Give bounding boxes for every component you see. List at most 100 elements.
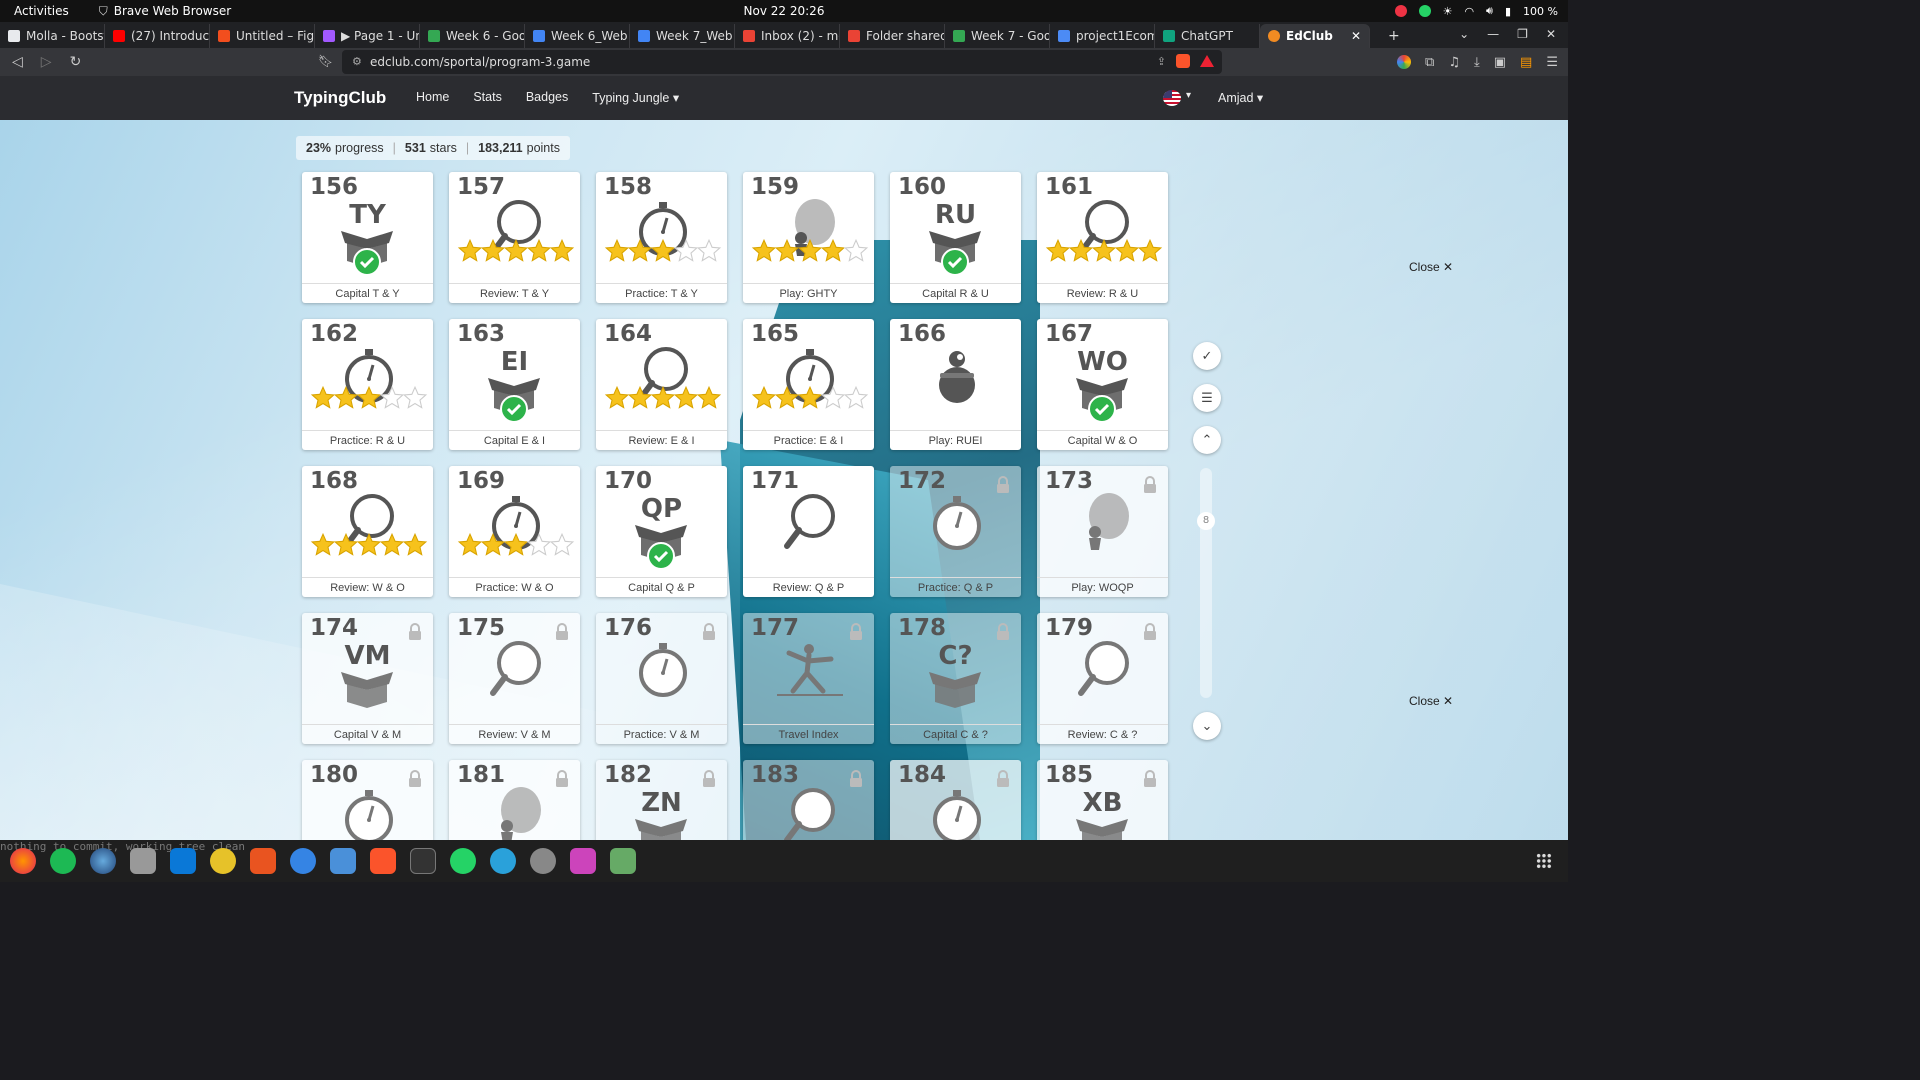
- trash-icon[interactable]: [610, 848, 636, 874]
- brightness-icon[interactable]: ☀: [1443, 5, 1453, 18]
- software-icon[interactable]: [250, 848, 276, 874]
- lesson-card[interactable]: 167 WO Capital W & O: [1037, 319, 1168, 450]
- site-info-icon[interactable]: ⚙: [352, 55, 362, 68]
- system-tray[interactable]: ☀ ◠ 🔊︎ ▮ 100 %: [1394, 0, 1558, 22]
- page-scroll-track[interactable]: [1200, 468, 1212, 698]
- lesson-card[interactable]: 176 Practice: V & M: [596, 613, 727, 744]
- reload-icon[interactable]: ↻: [70, 54, 82, 70]
- lesson-card[interactable]: 160 RU Capital R & U: [890, 172, 1021, 303]
- site-logo[interactable]: TypingClub: [294, 88, 386, 108]
- lesson-card[interactable]: 175 Review: V & M: [449, 613, 580, 744]
- lesson-card[interactable]: 159 Play: GHTY: [743, 172, 874, 303]
- us-flag-icon[interactable]: [1163, 90, 1181, 106]
- lesson-card[interactable]: 181: [449, 760, 580, 840]
- settings-icon[interactable]: [530, 848, 556, 874]
- lesson-card[interactable]: 157 Review: T & Y: [449, 172, 580, 303]
- language-caret-icon[interactable]: ▾: [1186, 90, 1191, 101]
- image-viewer-icon[interactable]: [570, 848, 596, 874]
- close-ad-button[interactable]: Close ✕: [1409, 260, 1453, 274]
- menu-stats[interactable]: Stats: [473, 90, 502, 105]
- activities-button[interactable]: Activities: [0, 4, 83, 18]
- lesson-card[interactable]: 183: [743, 760, 874, 840]
- lesson-card[interactable]: 184: [890, 760, 1021, 840]
- close-ad-button[interactable]: Close ✕: [1409, 694, 1453, 708]
- completed-filter-button[interactable]: ✓: [1193, 342, 1221, 370]
- scroll-down-button[interactable]: ⌄: [1193, 712, 1221, 740]
- wallet-icon[interactable]: ▤: [1520, 55, 1532, 70]
- browser-tab-active[interactable]: EdClub ✕: [1260, 24, 1370, 48]
- share-icon[interactable]: ⇪: [1157, 55, 1166, 68]
- chrome-indicator-icon[interactable]: [1394, 5, 1407, 17]
- menu-badges[interactable]: Badges: [526, 90, 568, 105]
- lesson-card[interactable]: 163 EI Capital E & I: [449, 319, 580, 450]
- menu-typing-jungle[interactable]: Typing Jungle ▾: [592, 90, 679, 105]
- battery-icon[interactable]: ▮: [1505, 5, 1511, 18]
- lesson-card[interactable]: 164 Review: E & I: [596, 319, 727, 450]
- new-tab-icon[interactable]: +: [1388, 28, 1400, 44]
- minimize-icon[interactable]: —: [1487, 27, 1499, 41]
- document-viewer-icon[interactable]: [330, 848, 356, 874]
- browser-menu-icon[interactable]: ☰: [1546, 55, 1558, 70]
- lesson-card[interactable]: 161 Review: R & U: [1037, 172, 1168, 303]
- whatsapp-indicator-icon[interactable]: [1418, 5, 1431, 17]
- lesson-card[interactable]: 178 C? Capital C & ?: [890, 613, 1021, 744]
- app-menu[interactable]: ⛉ Brave Web Browser: [83, 4, 231, 19]
- browser-tab[interactable]: ▶ Page 1 - Unt: [315, 24, 420, 48]
- address-bar[interactable]: ⚙ edclub.com/sportal/program-3.game ⇪: [342, 50, 1222, 74]
- vscode-icon[interactable]: [170, 848, 196, 874]
- lesson-card[interactable]: 173 Play: WOQP: [1037, 466, 1168, 597]
- lesson-card[interactable]: 168 Review: W & O: [302, 466, 433, 597]
- lesson-card[interactable]: 174 VM Capital V & M: [302, 613, 433, 744]
- brave-icon[interactable]: [370, 848, 396, 874]
- volume-icon[interactable]: 🔊︎: [1486, 4, 1493, 18]
- lesson-card[interactable]: 182 ZN: [596, 760, 727, 840]
- scroll-up-button[interactable]: ⌃: [1193, 426, 1221, 454]
- forward-icon[interactable]: ▷: [41, 54, 52, 70]
- help-icon[interactable]: [290, 848, 316, 874]
- terminal-icon[interactable]: [410, 848, 436, 874]
- puzzle-extensions-icon[interactable]: ⧉: [1425, 55, 1434, 70]
- list-view-button[interactable]: ☰: [1193, 384, 1221, 412]
- whatsapp-icon[interactable]: [450, 848, 476, 874]
- lesson-card[interactable]: 166 Play: RUEI: [890, 319, 1021, 450]
- media-icon[interactable]: ♫: [1448, 55, 1460, 70]
- browser-tab[interactable]: Week 6_Web: [525, 24, 630, 48]
- sidebar-icon[interactable]: ▣: [1494, 55, 1506, 70]
- url-text[interactable]: edclub.com/sportal/program-3.game: [370, 55, 590, 69]
- download-icon[interactable]: ⤓: [1474, 55, 1480, 70]
- back-icon[interactable]: ◁: [12, 54, 23, 70]
- lesson-card[interactable]: 185 XB: [1037, 760, 1168, 840]
- spotify-icon[interactable]: [50, 848, 76, 874]
- extension-icon[interactable]: [1397, 55, 1412, 69]
- lesson-card[interactable]: 172 Practice: Q & P: [890, 466, 1021, 597]
- brave-rewards-icon[interactable]: [1200, 55, 1214, 67]
- browser-tab[interactable]: ChatGPT: [1155, 24, 1260, 48]
- telegram-icon[interactable]: [490, 848, 516, 874]
- wifi-icon[interactable]: ◠: [1464, 5, 1474, 18]
- browser-tab[interactable]: project1Ecom: [1050, 24, 1155, 48]
- lesson-card[interactable]: 179 Review: C & ?: [1037, 613, 1168, 744]
- browser-tab[interactable]: Folder shared: [840, 24, 945, 48]
- lesson-card[interactable]: 171 Review: Q & P: [743, 466, 874, 597]
- user-menu[interactable]: Amjad ▾: [1218, 90, 1263, 105]
- lesson-card[interactable]: 158 Practice: T & Y: [596, 172, 727, 303]
- restore-icon[interactable]: ❐: [1517, 27, 1528, 41]
- clock[interactable]: Nov 22 20:26: [0, 4, 1568, 18]
- lesson-card[interactable]: 177 Travel Index: [743, 613, 874, 744]
- lesson-card[interactable]: 156 TY Capital T & Y: [302, 172, 433, 303]
- browser-tab[interactable]: Week 6 - Goog: [420, 24, 525, 48]
- lesson-card[interactable]: 165 Practice: E & I: [743, 319, 874, 450]
- firefox-icon[interactable]: [10, 848, 36, 874]
- menu-home[interactable]: Home: [416, 90, 449, 105]
- rhythmbox-icon[interactable]: [210, 848, 236, 874]
- tab-search-icon[interactable]: ⌄: [1459, 27, 1469, 41]
- browser-tab[interactable]: Inbox (2) - mo: [735, 24, 840, 48]
- brave-shields-icon[interactable]: [1176, 54, 1190, 68]
- bookmark-icon[interactable]: 🔖︎: [318, 54, 333, 68]
- browser-tab[interactable]: (27) Introduci: [105, 24, 210, 48]
- browser-tab[interactable]: Week 7 - Goog: [945, 24, 1050, 48]
- lesson-card[interactable]: 169 Practice: W & O: [449, 466, 580, 597]
- files-icon[interactable]: [130, 848, 156, 874]
- close-tab-icon[interactable]: ✕: [1351, 29, 1361, 43]
- close-window-icon[interactable]: ✕: [1546, 27, 1556, 41]
